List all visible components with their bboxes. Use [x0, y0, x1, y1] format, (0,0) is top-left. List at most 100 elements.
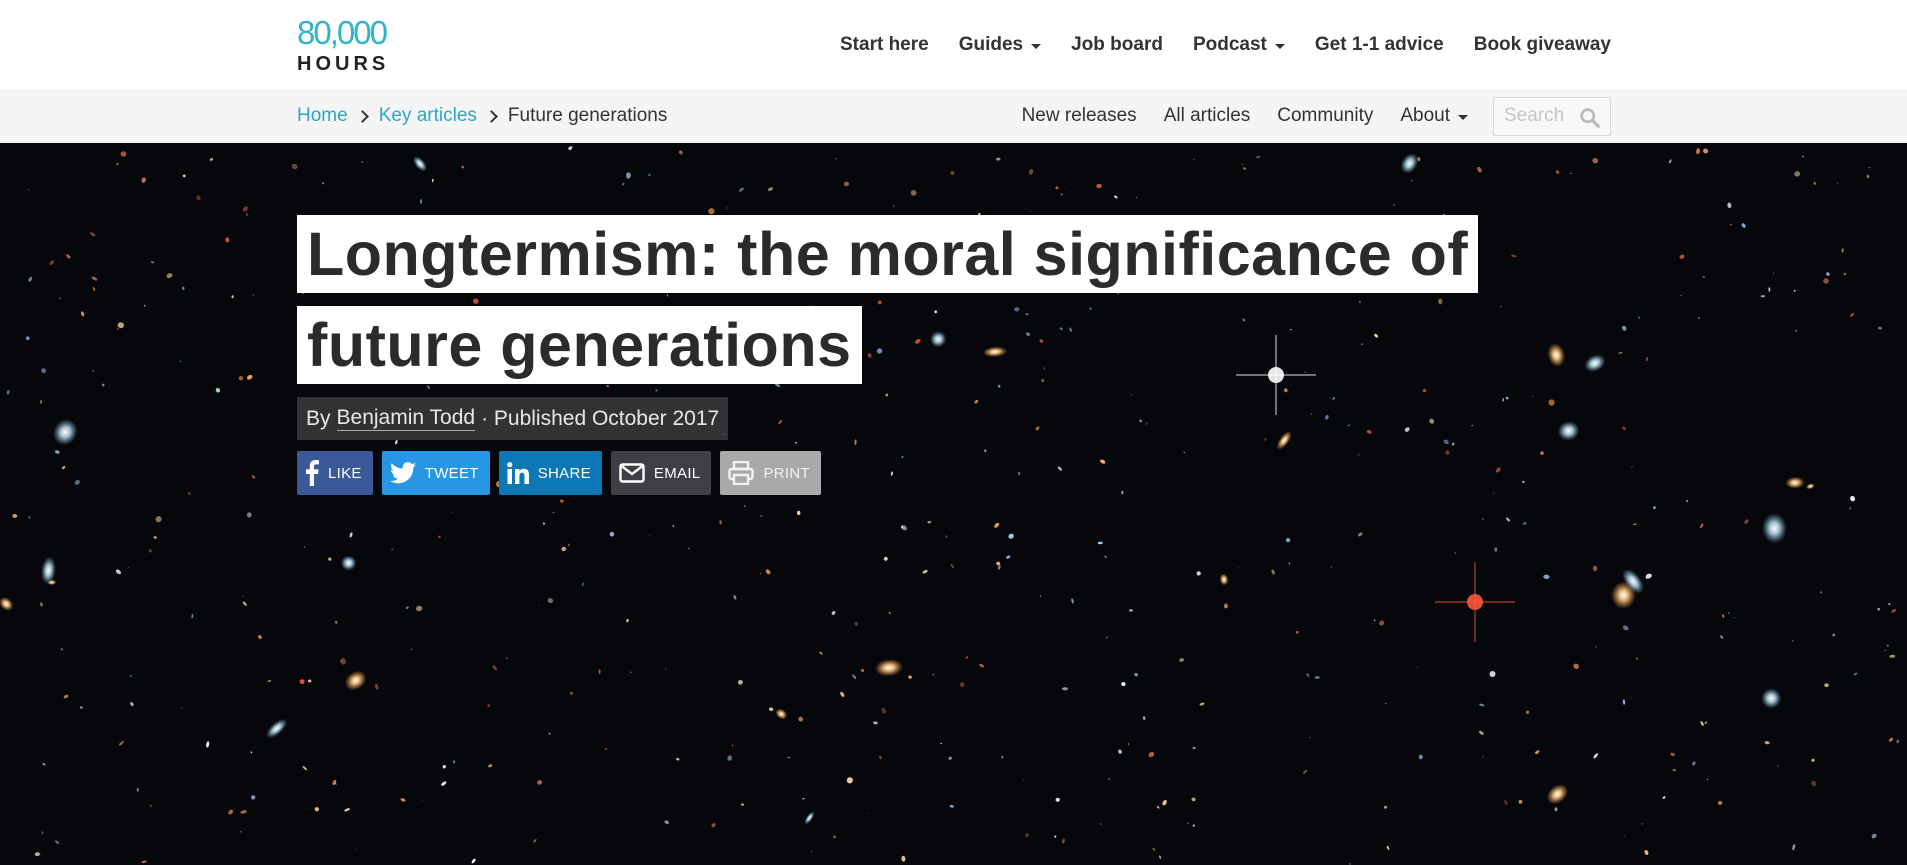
galaxy [1652, 506, 1656, 510]
galaxy [1569, 172, 1572, 174]
galaxy [648, 535, 651, 537]
nav-book-giveaway[interactable]: Book giveaway [1474, 34, 1611, 56]
galaxy [231, 295, 234, 299]
twitter-icon [389, 462, 416, 484]
galaxy [349, 532, 353, 538]
galaxy [1035, 426, 1040, 431]
nav-job-board[interactable]: Job board [1071, 34, 1163, 56]
galaxy [1445, 450, 1450, 455]
galaxy [719, 520, 722, 525]
galaxy [143, 305, 146, 307]
galaxy [1304, 371, 1306, 373]
galaxy [900, 525, 907, 531]
nav-get-advice[interactable]: Get 1-1 advice [1315, 34, 1444, 56]
subnav-new-releases[interactable]: New releases [1022, 105, 1137, 127]
galaxy [240, 831, 242, 833]
galaxy [1801, 155, 1805, 158]
tweet-button[interactable]: TWEET [381, 451, 490, 495]
galaxy [934, 310, 938, 314]
galaxy [731, 744, 734, 747]
galaxy [1546, 784, 1569, 805]
breadcrumb-home[interactable]: Home [297, 105, 348, 127]
galaxy [1884, 650, 1887, 652]
linkedin-share-button[interactable]: SHARE [498, 451, 602, 495]
galaxy [569, 691, 574, 695]
nav-label: Start here [840, 34, 929, 55]
nav-start-here[interactable]: Start here [840, 34, 929, 56]
galaxy [879, 755, 882, 760]
nav-guides[interactable]: Guides [959, 34, 1042, 56]
galaxy [215, 387, 221, 393]
galaxy [267, 680, 272, 682]
button-label: EMAIL [653, 464, 701, 482]
galaxy [228, 809, 233, 815]
subnav-about[interactable]: About [1400, 105, 1468, 127]
galaxy [1191, 797, 1196, 802]
galaxy [1156, 805, 1160, 809]
nav-label: Job board [1071, 34, 1163, 55]
author-link[interactable]: Benjamin Todd [336, 406, 476, 431]
chevron-right-icon [485, 109, 498, 123]
galaxy [741, 803, 744, 806]
galaxy [759, 572, 762, 575]
site-logo[interactable]: 80,000 HOURS [297, 16, 392, 78]
search-input[interactable] [1494, 97, 1578, 135]
galaxy [487, 703, 490, 708]
galaxy [1547, 343, 1566, 367]
galaxy [1622, 426, 1626, 430]
galaxy [1276, 431, 1292, 450]
galaxy [28, 276, 33, 282]
facebook-like-button[interactable]: LIKE [297, 451, 373, 495]
galaxy [488, 764, 493, 768]
galaxy [451, 511, 453, 513]
galaxy [1374, 333, 1379, 338]
galaxy [34, 852, 40, 857]
galaxy [547, 598, 554, 604]
galaxy [91, 276, 98, 281]
galaxy [251, 475, 256, 479]
galaxy [1192, 824, 1195, 827]
subnav-community[interactable]: Community [1277, 105, 1373, 127]
galaxy [798, 716, 804, 722]
subnav-all-articles[interactable]: All articles [1164, 105, 1251, 127]
galaxy [1733, 617, 1736, 619]
galaxy [1761, 513, 1787, 544]
breadcrumb-key-articles[interactable]: Key articles [379, 105, 477, 127]
caret-down-icon [1458, 114, 1468, 120]
search-box [1493, 96, 1611, 136]
galaxy [141, 860, 147, 864]
galaxy [1768, 287, 1771, 292]
galaxy [609, 531, 615, 537]
galaxy [559, 499, 564, 503]
galaxy [1179, 658, 1185, 662]
galaxy [1192, 746, 1196, 750]
galaxy [1511, 254, 1517, 258]
galaxy [251, 795, 256, 800]
galaxy [79, 706, 83, 709]
galaxy [80, 311, 85, 317]
print-button[interactable]: PRINT [720, 451, 821, 495]
galaxy [831, 611, 836, 615]
bright-star [1435, 562, 1515, 642]
email-button[interactable]: EMAIL [610, 451, 712, 495]
galaxy [1761, 688, 1782, 709]
galaxy [1479, 703, 1485, 707]
galaxy [1454, 552, 1456, 554]
galaxy [1162, 800, 1167, 806]
galaxy [1794, 171, 1801, 177]
galaxy [1686, 500, 1689, 503]
nav-podcast[interactable]: Podcast [1193, 34, 1285, 56]
galaxy [1622, 625, 1629, 631]
galaxy [1495, 467, 1501, 473]
galaxy [258, 635, 262, 640]
galaxy [1264, 437, 1267, 441]
galaxy [744, 505, 746, 507]
galaxy [1379, 620, 1385, 626]
galaxy [768, 707, 774, 711]
galaxy [1702, 276, 1705, 278]
galaxy [141, 177, 146, 183]
galaxy [1145, 422, 1148, 425]
galaxy [1148, 751, 1155, 758]
galaxy [1410, 179, 1413, 182]
search-icon[interactable] [1579, 107, 1600, 128]
